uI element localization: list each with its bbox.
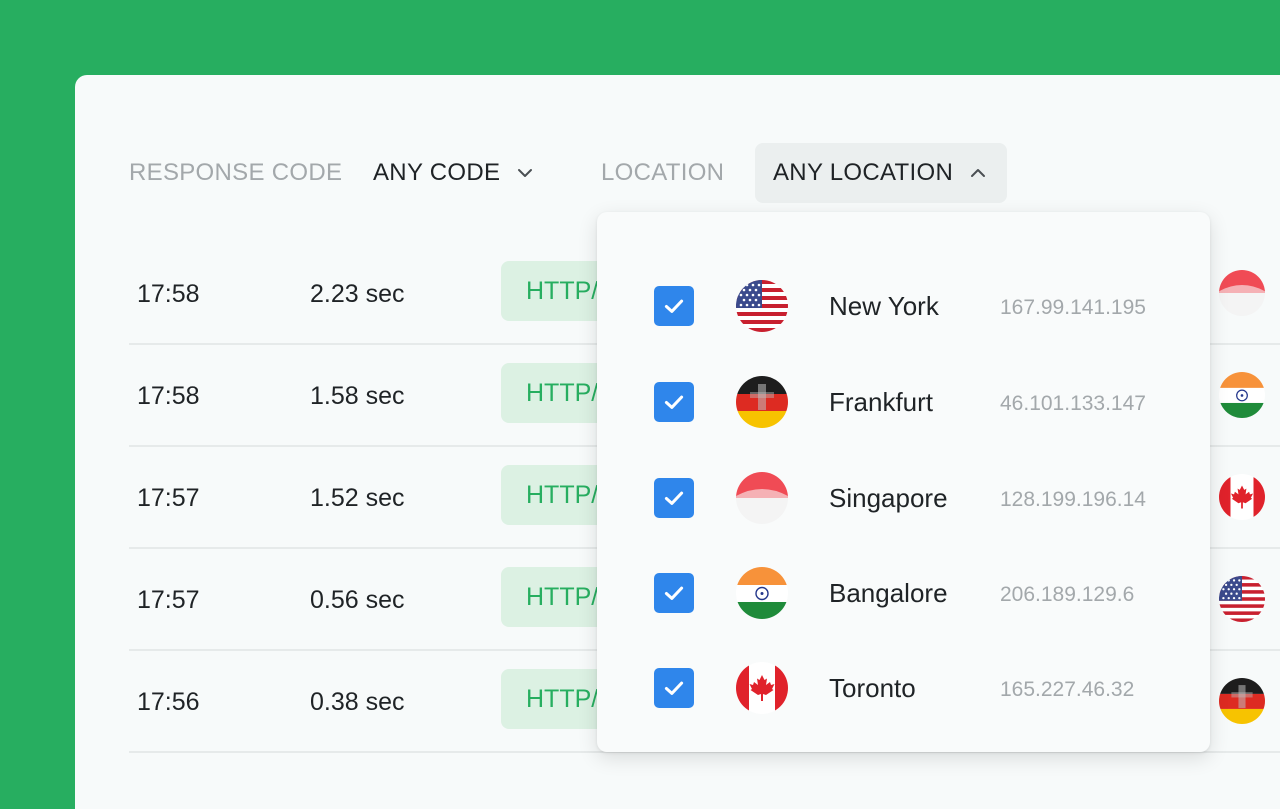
germany-flag-icon (1219, 678, 1265, 724)
row-duration: 0.56 sec (310, 586, 405, 614)
checkmark-icon (661, 485, 687, 511)
location-dropdown-menu: New York 167.99.141.195 Frankfurt 46.101… (597, 212, 1210, 752)
checkmark-icon (661, 293, 687, 319)
checkmark-icon (661, 580, 687, 606)
checkbox-checked[interactable] (654, 668, 694, 708)
location-value: ANY LOCATION (773, 159, 954, 186)
chevron-up-icon (967, 162, 989, 184)
row-time: 17:56 (137, 688, 200, 716)
location-option-singapore[interactable]: Singapore 128.199.196.14 (597, 450, 1210, 546)
location-label: LOCATION (601, 159, 725, 186)
location-city: Frankfurt (829, 387, 934, 417)
checkmark-icon (661, 389, 687, 415)
row-time: 17:57 (137, 586, 200, 614)
row-duration: 1.52 sec (310, 484, 405, 512)
location-ip: 46.101.133.147 (1000, 392, 1146, 415)
filter-bar: RESPONSE CODE ANY CODE LOCATION ANY LOCA… (0, 143, 1280, 203)
location-ip: 206.189.129.6 (1000, 583, 1135, 606)
germany-flag-icon (736, 376, 788, 428)
location-option-frankfurt[interactable]: Frankfurt 46.101.133.147 (597, 354, 1210, 450)
row-time: 17:57 (137, 484, 200, 512)
canada-flag-icon (1219, 474, 1265, 520)
response-code-dropdown[interactable]: ANY CODE (373, 143, 536, 203)
singapore-flag-icon (736, 472, 788, 524)
response-code-label: RESPONSE CODE (129, 159, 343, 186)
row-time: 17:58 (137, 382, 200, 410)
row-duration: 2.23 sec (310, 280, 405, 308)
chevron-down-icon (514, 162, 536, 184)
location-city: Bangalore (829, 578, 948, 608)
singapore-flag-icon (1219, 270, 1265, 316)
canada-flag-icon (736, 662, 788, 714)
location-ip: 167.99.141.195 (1000, 296, 1146, 319)
checkmark-icon (661, 675, 687, 701)
response-code-value: ANY CODE (373, 159, 501, 186)
checkbox-checked[interactable] (654, 286, 694, 326)
location-city: Singapore (829, 483, 948, 513)
india-flag-icon (1219, 372, 1265, 418)
usa-flag-icon (736, 280, 788, 332)
row-duration: 0.38 sec (310, 688, 405, 716)
checkbox-checked[interactable] (654, 478, 694, 518)
location-dropdown[interactable]: ANY LOCATION (755, 143, 1008, 203)
india-flag-icon (736, 567, 788, 619)
checkbox-checked[interactable] (654, 573, 694, 613)
location-city: New York (829, 291, 939, 321)
location-option-bangalore[interactable]: Bangalore 206.189.129.6 (597, 545, 1210, 641)
usa-flag-icon (1219, 576, 1265, 622)
row-duration: 1.58 sec (310, 382, 405, 410)
location-city: Toronto (829, 673, 916, 703)
location-option-toronto[interactable]: Toronto 165.227.46.32 (597, 640, 1210, 736)
location-ip: 165.227.46.32 (1000, 678, 1135, 701)
checkbox-checked[interactable] (654, 382, 694, 422)
location-option-new-york[interactable]: New York 167.99.141.195 (597, 258, 1210, 354)
row-time: 17:58 (137, 280, 200, 308)
location-ip: 128.199.196.14 (1000, 488, 1146, 511)
